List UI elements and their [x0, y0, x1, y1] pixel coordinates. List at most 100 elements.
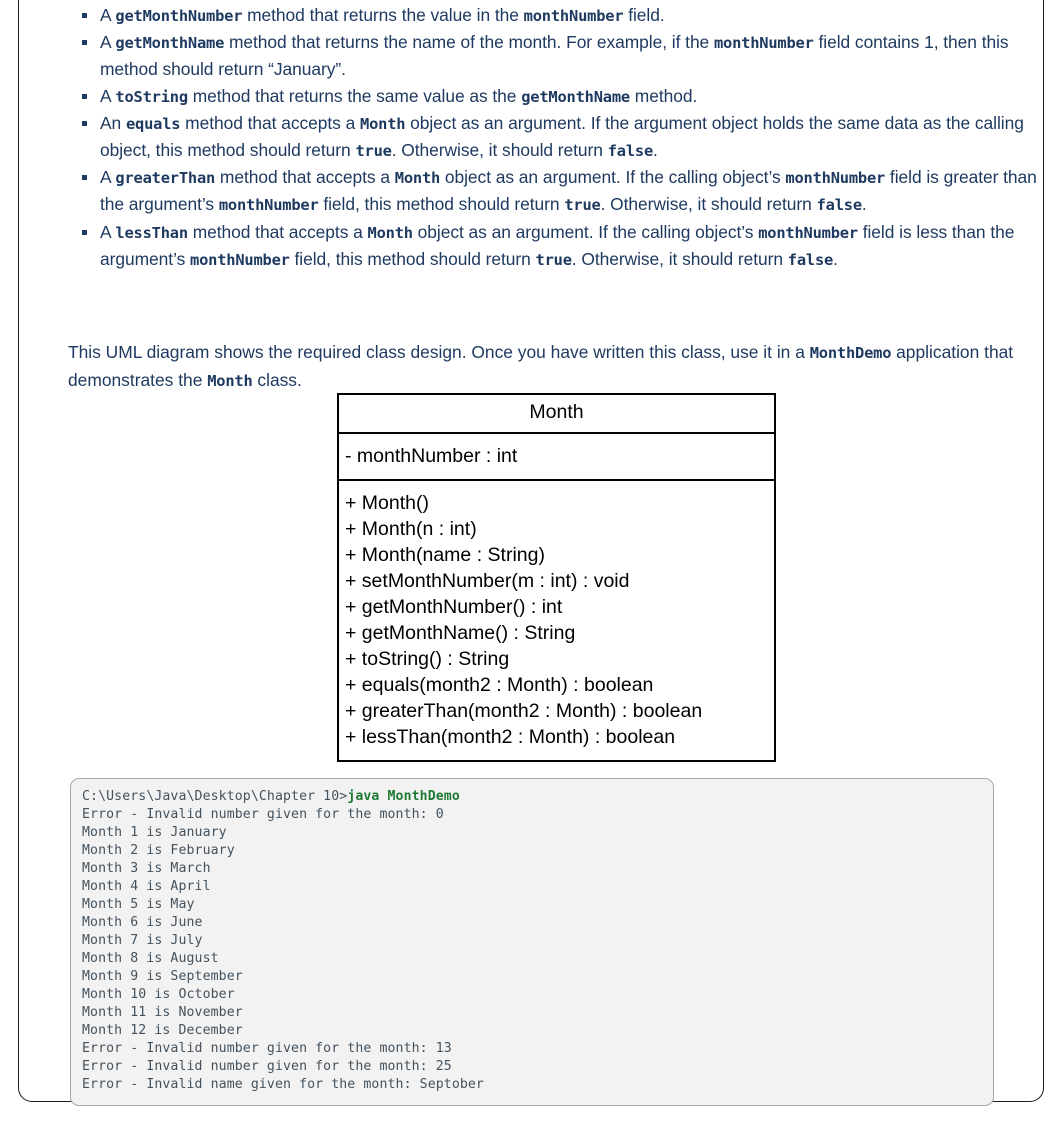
inline-code: false: [816, 196, 863, 215]
inline-code: Month: [367, 223, 414, 242]
console-text: Month 3 is March: [82, 861, 211, 876]
uml-class-diagram: Month - monthNumber : int + Month() + Mon…: [337, 393, 776, 762]
inline-text: This UML diagram shows the required clas…: [68, 342, 810, 363]
inline-text: object as an argument. If the calling ob…: [412, 221, 759, 242]
inline-text: An: [100, 112, 126, 133]
inline-text: method that accepts a: [187, 221, 368, 242]
inline-code: monthNumber: [218, 196, 319, 215]
console-line: Error - Invalid number given for the mon…: [82, 806, 993, 824]
console-line: Month 6 is June: [82, 914, 993, 932]
console-text: Month 7 is July: [82, 933, 203, 948]
uml-operation: + Month(n : int): [345, 517, 477, 540]
console-text: Month 11 is November: [82, 1005, 243, 1020]
console-text: Month 12 is December: [82, 1023, 243, 1038]
uml-operation: + setMonthNumber(m : int) : void: [345, 569, 630, 592]
inline-code: greaterThan: [115, 169, 216, 188]
console-line: Month 8 is August: [82, 950, 993, 968]
uml-operation: + greaterThan(month2 : Month) : boolean: [345, 699, 703, 722]
uml-intro-paragraph: This UML diagram shows the required clas…: [68, 339, 1048, 393]
inline-text: A: [100, 167, 116, 188]
inline-code: true: [564, 196, 601, 215]
inline-code: Month: [207, 371, 253, 390]
uml-class-name: Month: [339, 395, 774, 434]
inline-code: getMonthNumber: [115, 7, 243, 25]
inline-text: A: [100, 32, 116, 53]
inline-code: false: [787, 250, 834, 269]
inline-text: method that returns the value in the: [242, 5, 524, 25]
console-line: Error - Invalid name given for the month…: [82, 1076, 993, 1094]
uml-operation: + lessThan(month2 : Month) : boolean: [345, 725, 676, 748]
inline-text: . Otherwise, it should return: [600, 194, 817, 215]
console-text: Month 6 is June: [82, 915, 203, 930]
inline-text: field, this method should return: [289, 248, 536, 269]
console-line: Month 3 is March: [82, 860, 993, 878]
uml-operation: + getMonthNumber() : int: [345, 595, 563, 618]
uml-operation: + equals(month2 : Month) : boolean: [345, 673, 654, 696]
uml-attribute: - monthNumber : int: [345, 444, 518, 467]
inline-text: .: [653, 140, 658, 161]
uml-operations-compartment: + Month() + Month(n : int) + Month(name : …: [339, 481, 774, 760]
console-text: Error - Invalid number given for the mon…: [82, 807, 444, 822]
inline-text: A: [100, 221, 116, 242]
console-line: Month 9 is September: [82, 968, 993, 986]
console-line: Month 2 is February: [82, 842, 993, 860]
inline-code: monthNumber: [190, 250, 290, 269]
inline-text: method.: [630, 85, 698, 106]
uml-operation: + getMonthName() : String: [345, 621, 576, 644]
inline-code: monthNumber: [523, 7, 624, 25]
console-text: Error - Invalid number given for the mon…: [82, 1041, 452, 1056]
inline-code: lessThan: [115, 223, 188, 242]
inline-code: Month: [360, 114, 406, 133]
inline-text: A: [100, 85, 116, 106]
console-text: Error - Invalid name given for the month…: [82, 1077, 484, 1092]
inline-code: toString: [115, 87, 188, 106]
console-text: Month 8 is August: [82, 951, 219, 966]
inline-text: method that accepts a: [180, 112, 360, 133]
inline-text: field.: [623, 5, 665, 25]
console-line: Month 10 is October: [82, 986, 993, 1004]
console-line: Error - Invalid number given for the mon…: [82, 1058, 993, 1076]
inline-code: false: [607, 142, 654, 161]
inline-code: monthNumber: [713, 34, 814, 53]
inline-text: field, this method should return: [318, 194, 565, 215]
console-command: java MonthDemo: [347, 789, 460, 804]
console-text: Month 10 is October: [82, 987, 235, 1002]
console-line: Month 1 is January: [82, 824, 993, 842]
console-line: Month 4 is April: [82, 878, 993, 896]
inline-code: true: [355, 142, 392, 161]
requirement-item-to-string: A toString method that returns the same …: [70, 83, 1050, 110]
inline-text: A: [100, 5, 116, 25]
console-text: Month 5 is May: [82, 897, 195, 912]
requirement-item-get-month-name: A getMonthName method that returns the n…: [70, 29, 1050, 82]
inline-text: method that returns the same value as th…: [187, 85, 522, 106]
requirement-item-less-than: A lessThan method that accepts a Month o…: [70, 219, 1050, 273]
inline-code: monthNumber: [785, 169, 886, 188]
requirements-list: A getMonthNumber method that returns the…: [70, 2, 1050, 273]
console-line: Month 11 is November: [82, 1004, 993, 1022]
uml-operation: + Month(name : String): [345, 543, 545, 566]
inline-code: MonthDemo: [809, 344, 892, 363]
inline-text: . Otherwise, it should return: [391, 140, 608, 161]
inline-text: method that accepts a: [215, 167, 395, 188]
console-text: Error - Invalid number given for the mon…: [82, 1059, 452, 1074]
inline-text: class.: [252, 369, 302, 390]
console-text: Month 1 is January: [82, 825, 227, 840]
inline-text: .: [833, 248, 838, 269]
requirement-item-greater-than: A greaterThan method that accepts a Mont…: [70, 164, 1050, 218]
uml-operation: + toString() : String: [345, 647, 510, 670]
console-prompt: C:\Users\Java\Desktop\Chapter 10>: [82, 789, 348, 804]
inline-code: Month: [394, 169, 441, 188]
inline-code: monthNumber: [758, 223, 858, 242]
console-line: Month 5 is May: [82, 896, 993, 914]
console-line: Month 12 is December: [82, 1022, 993, 1040]
inline-text: object as an argument. If the calling ob…: [440, 167, 786, 188]
inline-code: getMonthName: [115, 34, 225, 53]
uml-attributes-compartment: - monthNumber : int: [339, 434, 774, 481]
console-text: Month 2 is February: [82, 843, 235, 858]
console-line: Month 7 is July: [82, 932, 993, 950]
inline-code: equals: [125, 114, 181, 133]
console-text: Month 9 is September: [82, 969, 243, 984]
console-line: Error - Invalid number given for the mon…: [82, 1040, 993, 1058]
console-line: C:\Users\Java\Desktop\Chapter 10>java Mo…: [82, 788, 993, 806]
inline-text: .: [861, 194, 867, 215]
